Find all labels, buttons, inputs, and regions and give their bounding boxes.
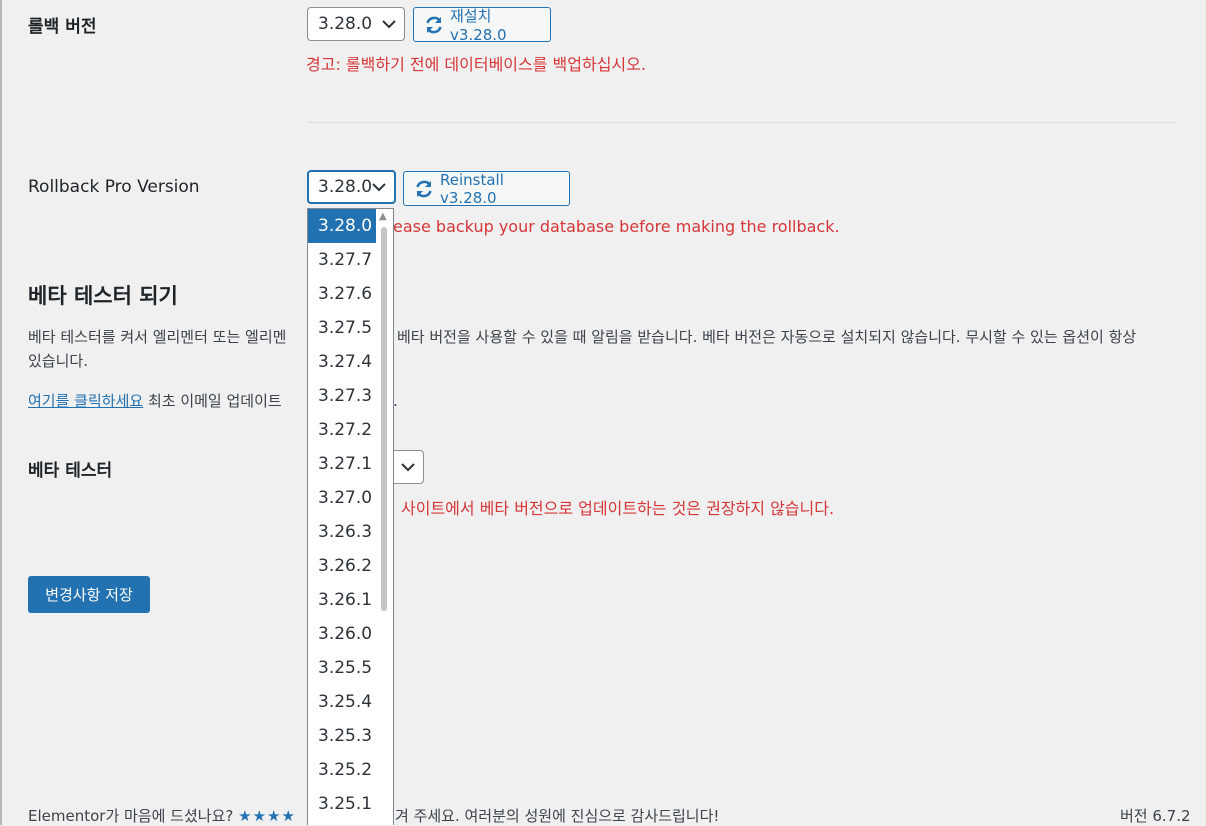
version-option[interactable]: 3.27.0	[308, 481, 376, 515]
version-option[interactable]: 3.25.2	[308, 753, 376, 787]
rating-stars-link[interactable]: ★★★★	[238, 807, 296, 825]
refresh-icon	[424, 15, 444, 35]
beta-description-part2: 베타 버전을 사용할 수 있을 때 알림을 받습니다. 베타 버전은 자동으로 …	[397, 328, 1137, 346]
version-option[interactable]: 3.27.5	[308, 311, 376, 345]
beta-tester-label: 베타 테스터	[28, 461, 113, 481]
rollback-pro-value: 3.28.0	[318, 177, 373, 197]
chevron-down-icon	[401, 451, 415, 483]
version-option[interactable]: 3.27.1	[308, 447, 376, 481]
scroll-thumb[interactable]	[381, 227, 387, 611]
version-option[interactable]: 3.27.4	[308, 345, 376, 379]
version-option[interactable]: 3.26.1	[308, 583, 376, 617]
version-dropdown-list[interactable]: 3.28.0 3.27.7 3.27.6 3.27.5 3.27.4 3.27.3 3.27…	[307, 208, 394, 825]
version-option[interactable]: 3.26.0	[308, 617, 376, 651]
rollback-warning: 경고: 롤백하기 전에 데이터베이스를 백업하십시오.	[306, 55, 646, 74]
beta-tester-heading: 베타 테스터 되기	[28, 284, 178, 308]
version-option[interactable]: 3.25.4	[308, 685, 376, 719]
version-option[interactable]: 3.27.2	[308, 413, 376, 447]
rollback-version-label: 롤백 버전	[28, 17, 97, 37]
dropdown-scrollbar[interactable]: ▲	[377, 209, 391, 825]
refresh-icon	[414, 179, 434, 199]
reinstall-pro-button-label: Reinstall v3.28.0	[440, 170, 504, 207]
beta-description-line2: 있습니다.	[28, 352, 88, 370]
email-update-text: 최초 이메일 업데이트	[147, 392, 282, 410]
reinstall-pro-button[interactable]: Reinstall v3.28.0	[403, 170, 570, 207]
rollback-version-value: 3.28.0	[318, 14, 373, 34]
version-option[interactable]: 3.26.2	[308, 549, 376, 583]
version-option[interactable]: 3.27.6	[308, 277, 376, 311]
beta-warning: 사이트에서 베타 버전으로 업데이트하는 것은 권장하지 않습니다.	[401, 499, 835, 518]
version-option[interactable]: 3.25.5	[308, 651, 376, 685]
frame-border	[0, 0, 2, 825]
footer-left: Elementor가 마음에 드셨나요? ★★★★	[28, 805, 296, 826]
reinstall-button-label: 재설치 v3.28.0	[450, 7, 507, 44]
footer-question: Elementor가 마음에 드셨나요?	[28, 807, 234, 825]
footer-thanks: 겨 주세요. 여러분의 성원에 진심으로 감사드립니다!	[395, 807, 720, 825]
rollback-pro-select[interactable]: 3.28.0	[307, 170, 396, 204]
scroll-up-icon[interactable]: ▲	[379, 211, 387, 222]
rollback-pro-warning: ease backup your database before making …	[393, 217, 840, 236]
rollback-pro-label: Rollback Pro Version	[28, 177, 200, 197]
section-divider	[307, 122, 1177, 123]
version-option[interactable]: 3.27.7	[308, 243, 376, 277]
rollback-version-select[interactable]: 3.28.0	[307, 7, 405, 41]
save-changes-button[interactable]: 변경사항 저장	[28, 576, 150, 613]
version-option[interactable]: 3.27.3	[308, 379, 376, 413]
version-option[interactable]: 3.28.0	[308, 209, 376, 243]
chevron-down-icon	[372, 172, 386, 202]
click-here-link[interactable]: 여기를 클릭하세요	[28, 392, 143, 410]
beta-description-part1: 베타 테스터를 켜서 엘리멘터 또는 엘리멘	[28, 328, 287, 346]
chevron-down-icon	[382, 8, 396, 40]
version-option[interactable]: 3.25.3	[308, 719, 376, 753]
version-option[interactable]: 3.25.1	[308, 787, 376, 821]
footer-version: 버전 6.7.2	[1120, 807, 1191, 825]
version-option[interactable]: 3.26.3	[308, 515, 376, 549]
reinstall-button[interactable]: 재설치 v3.28.0	[413, 7, 551, 44]
